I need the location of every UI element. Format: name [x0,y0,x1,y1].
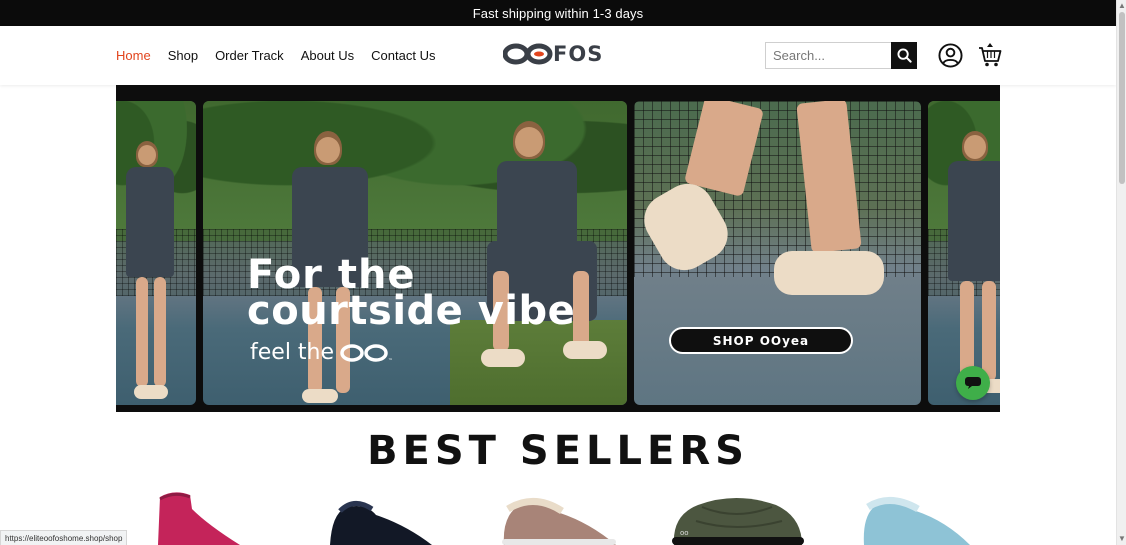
scroll-down-arrow[interactable]: ▼ [1118,535,1126,543]
oo-logo-mark: ™ [340,343,392,363]
product-card[interactable] [150,487,242,545]
site-header: Home Shop Order Track About Us Contact U… [0,26,1116,85]
nav-item-home[interactable]: Home [116,48,151,63]
product-card[interactable]: oo [672,491,804,545]
product-card[interactable] [326,493,434,545]
account-button[interactable] [938,43,963,68]
main-nav: Home Shop Order Track About Us Contact U… [116,26,435,85]
page: Fast shipping within 1-3 days Home Shop … [0,0,1126,545]
hero-headline-line2: courtside vibe [247,288,576,334]
nav-item-contact-us[interactable]: Contact Us [371,48,435,63]
hero-photo-left [116,101,196,405]
chat-widget-button[interactable] [956,366,990,400]
best-sellers-row: oo [116,487,1000,545]
hero-banner[interactable]: For the courtside vibe feel the ™ SHOP O… [116,85,1000,412]
hero-tagline: feel the ™ [250,340,392,365]
page-scrollbar[interactable]: ▲ ▼ [1116,0,1126,545]
cart-button[interactable] [978,42,1002,68]
nav-item-shop[interactable]: Shop [168,48,198,63]
product-image [863,497,970,545]
hero-photo-right [928,101,1000,405]
product-image [502,498,616,545]
user-circle-icon [938,43,963,68]
cart-icon [979,43,1002,67]
brand-logo[interactable]: FOS [502,40,611,68]
scroll-up-arrow[interactable]: ▲ [1118,2,1126,10]
hero-tagline-text: feel the [250,340,335,365]
shop-ooyea-button[interactable]: SHOP OOyea [669,327,853,354]
svg-text:oo: oo [680,529,689,537]
search-icon [896,48,912,63]
product-card[interactable] [860,493,972,545]
product-image: oo [672,498,804,545]
hero-headline: For the courtside vibe [247,255,576,334]
search-input[interactable] [765,42,891,69]
search-bar [765,42,917,69]
nav-item-about-us[interactable]: About Us [301,48,354,63]
announcement-bar: Fast shipping within 1-3 days [0,0,1116,26]
product-image [158,492,240,545]
search-button[interactable] [891,42,917,69]
product-image [330,501,432,545]
svg-text:™: ™ [388,358,392,363]
product-card[interactable] [500,493,618,545]
announcement-text: Fast shipping within 1-3 days [472,5,644,21]
best-sellers-title: BEST SELLERS [367,428,749,474]
chat-icon [965,377,981,389]
hero-photo-sandals [634,101,921,405]
nav-item-order-track[interactable]: Order Track [215,48,284,63]
status-bar-url: https://eliteoofoshome.shop/shop [0,530,128,545]
svg-text:FOS: FOS [553,42,603,66]
scroll-thumb[interactable] [1119,12,1125,184]
